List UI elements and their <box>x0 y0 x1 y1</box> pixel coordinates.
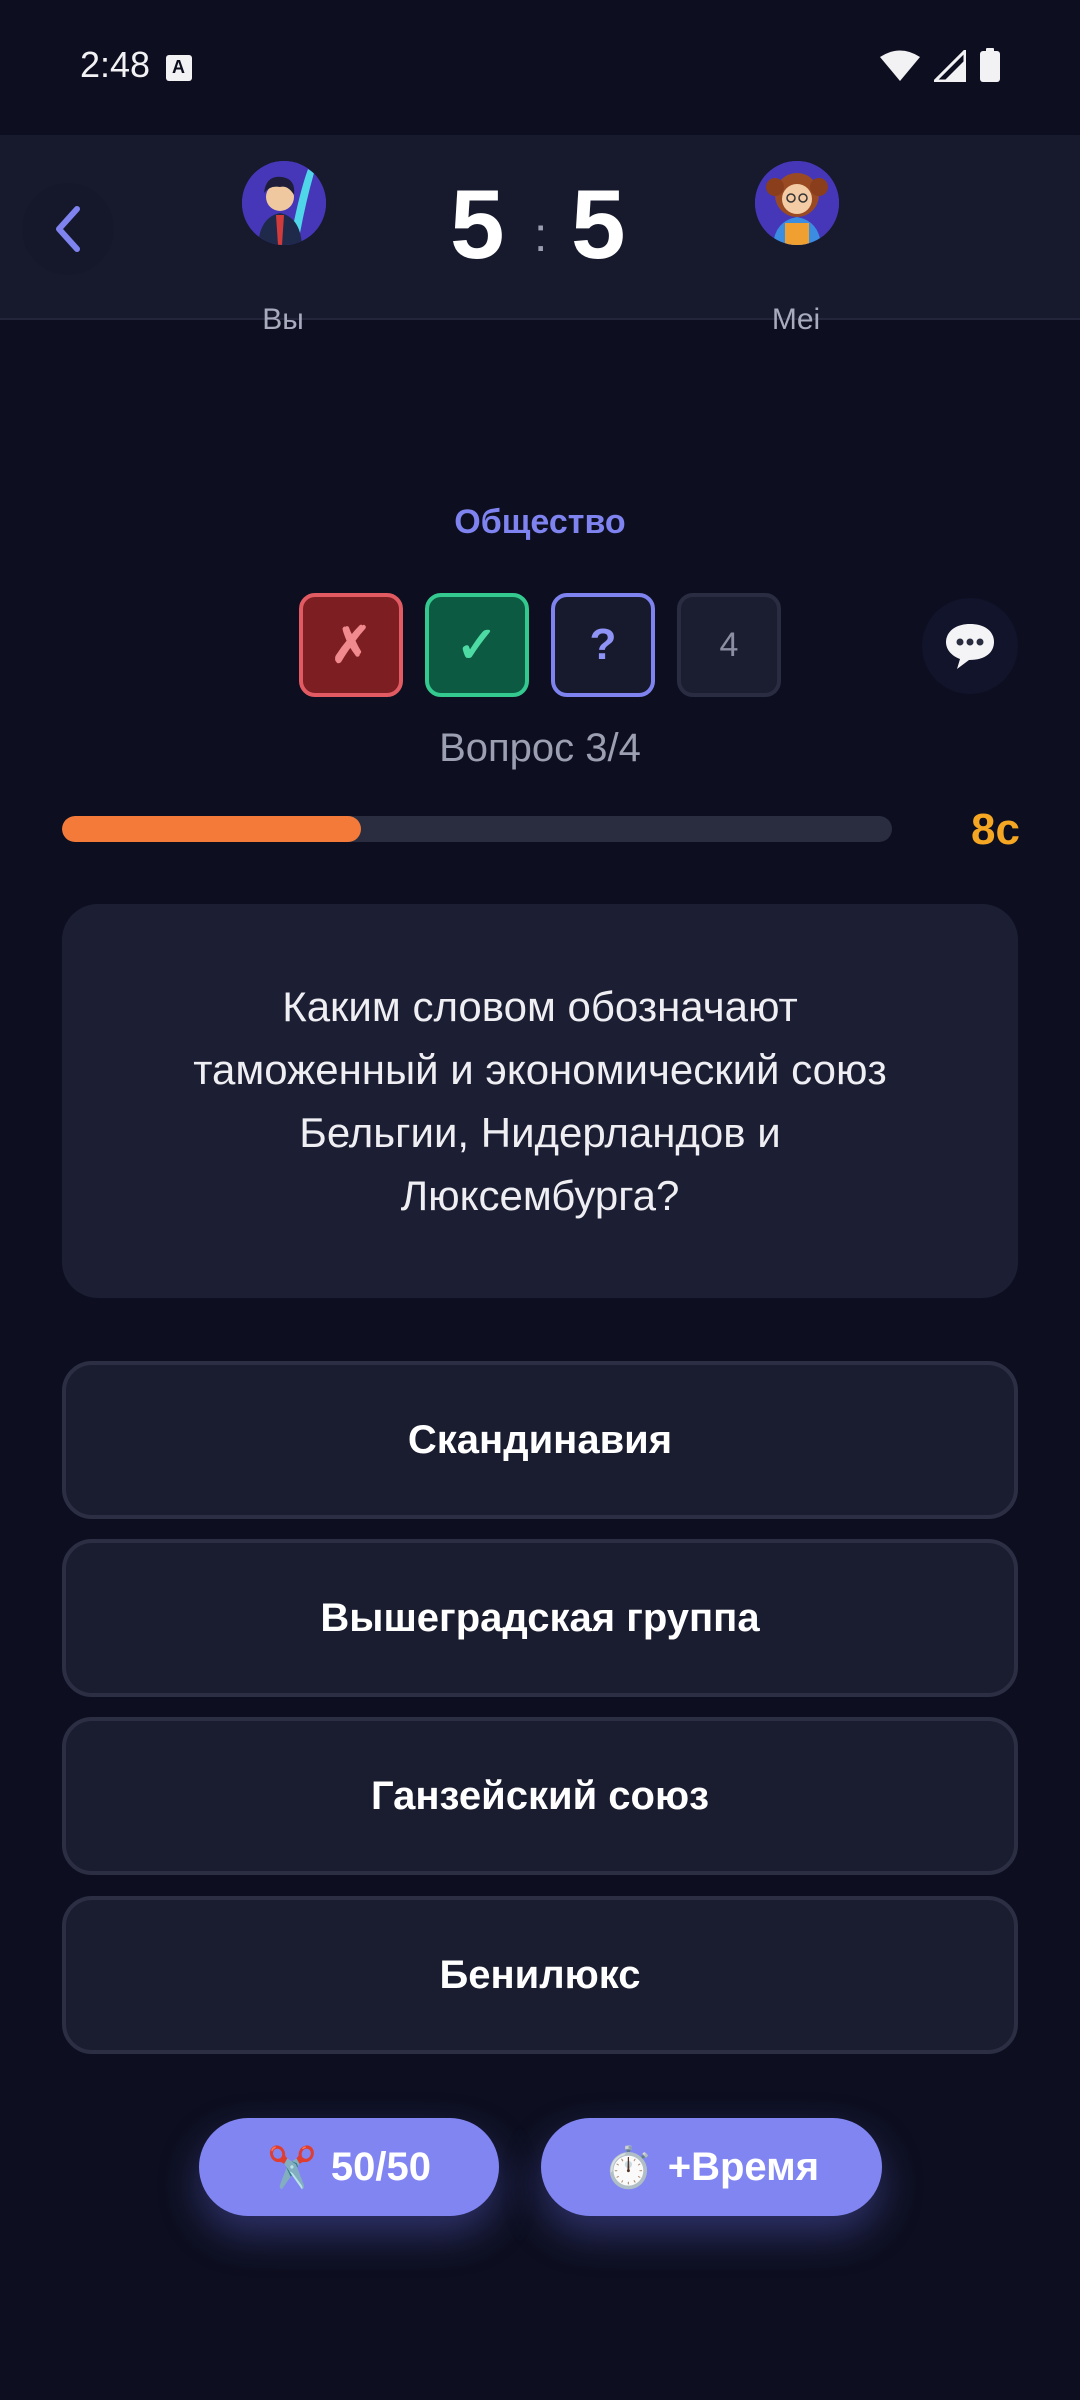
back-button[interactable] <box>22 183 114 275</box>
scissors-icon: ✂️ <box>267 2145 317 2190</box>
score-separator: : <box>534 209 548 262</box>
question-counter: Вопрос 3/4 <box>439 726 641 770</box>
answer-option-1[interactable]: Скандинавия <box>62 1361 1018 1519</box>
question-4-status-pending: 4 <box>677 593 781 697</box>
question-2-status-correct: ✓ <box>425 593 529 697</box>
chevron-left-icon <box>56 206 80 252</box>
chat-button[interactable] <box>922 598 1018 694</box>
status-icons <box>880 48 1000 82</box>
extra-time-label: +Время <box>667 2144 820 2189</box>
keyboard-notification-icon <box>166 55 192 81</box>
player-avatar-image <box>242 161 326 245</box>
answer-option-2[interactable]: Вышеградская группа <box>62 1539 1018 1697</box>
battery-icon <box>980 48 1000 82</box>
question-text: Каким словом обозначают таможенный и эко… <box>193 983 887 1219</box>
signal-icon <box>934 50 966 82</box>
timer-progress-fill <box>62 816 361 842</box>
answer-option-3[interactable]: Ганзейский союз <box>62 1717 1018 1875</box>
stopwatch-icon: ⏱️ <box>603 2145 654 2190</box>
timer-progress-bar <box>62 816 892 842</box>
opponent-avatar-image <box>755 161 839 245</box>
question-1-status-wrong: ✗ <box>299 593 403 697</box>
opponent-avatar[interactable] <box>755 161 839 245</box>
timer-label: 8с <box>971 805 1020 854</box>
status-bar: 2:48 <box>0 0 1080 135</box>
match-header: Вы 5 : 5 Mei <box>0 135 1080 336</box>
player-avatar[interactable] <box>242 161 326 245</box>
fifty-fifty-button[interactable]: ✂️ 50/50 <box>199 2118 499 2216</box>
player-score: 5 <box>450 169 505 279</box>
player-name: Вы <box>262 303 304 336</box>
quiz-screen: 2:48 A Вы 5: 5 Mei Общество ✗ ✓ ? 4 Воп… <box>0 0 1080 2400</box>
wifi-icon <box>880 50 920 81</box>
answer-option-4[interactable]: Бенилюкс <box>62 1896 1018 2054</box>
opponent-name: Mei <box>771 303 821 336</box>
opponent-score: 5 <box>571 169 626 279</box>
speech-bubble-icon <box>946 624 994 669</box>
category-label: Общество <box>454 503 626 541</box>
extra-time-button[interactable]: ⏱️ +Время <box>541 2118 882 2216</box>
status-time: 2:48 <box>80 44 151 85</box>
question-card: Каким словом обозначают таможенный и эко… <box>62 904 1018 1298</box>
question-3-status-current: ? <box>551 593 655 697</box>
fifty-fifty-label: 50/50 <box>330 2144 431 2189</box>
